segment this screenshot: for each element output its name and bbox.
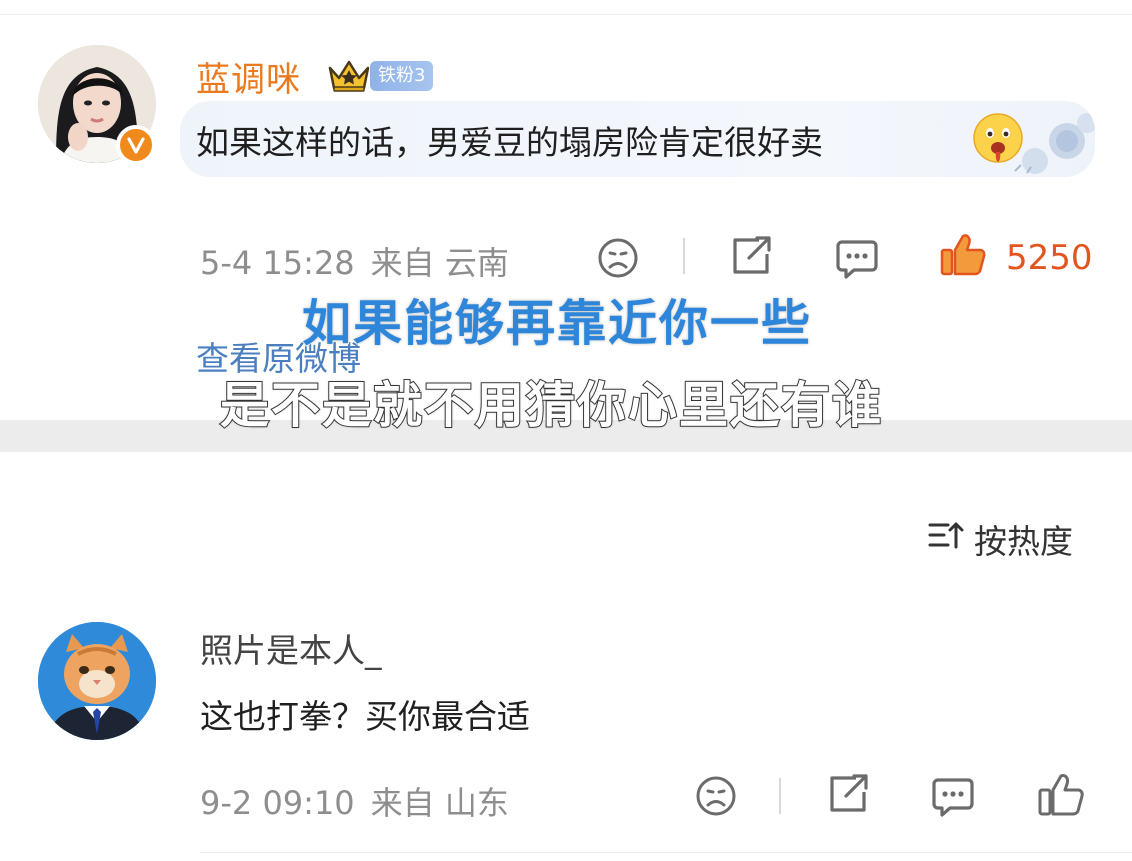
share-icon[interactable] — [729, 234, 775, 278]
bottom-divider — [200, 852, 1132, 853]
comment-text: 如果这样的话，男爱豆的塌房险肯定很好卖 — [196, 123, 823, 162]
like-count: 5250 — [1006, 238, 1093, 278]
comment-bubble-icon[interactable] — [834, 236, 880, 282]
post-meta: 5-4 15:28 来自 云南 — [200, 238, 509, 284]
lyric-line-2: 是不是就不用猜你心里还有谁 — [219, 376, 884, 435]
sort-icon — [928, 519, 966, 559]
drooling-face-emoji — [970, 110, 1026, 166]
post-meta: 9-2 09:10 来自 山东 — [200, 778, 509, 824]
action-divider — [779, 778, 781, 814]
share-icon[interactable] — [826, 772, 872, 816]
thumbs-up-icon[interactable] — [938, 230, 988, 280]
lyric-line-1: 如果能够再靠近你一些 — [301, 294, 813, 353]
post-date: 9-2 09:10 — [200, 784, 355, 822]
post-location: 来自 云南 — [370, 244, 509, 282]
post-date: 5-4 15:28 — [200, 244, 355, 282]
comment-bubble-icon[interactable] — [930, 774, 976, 820]
frown-face-icon[interactable] — [596, 236, 640, 280]
sort-toggle[interactable]: 按热度 — [928, 515, 1073, 563]
top-divider — [0, 14, 1132, 15]
sort-label: 按热度 — [974, 522, 1073, 561]
thumbs-up-icon[interactable] — [1036, 770, 1086, 820]
verified-v-icon — [116, 125, 156, 165]
crown-icon — [326, 56, 372, 94]
avatar[interactable] — [38, 622, 156, 740]
post-location: 来自 山东 — [370, 784, 509, 822]
action-divider — [683, 238, 685, 274]
fan-badge: 铁粉3 — [370, 61, 434, 91]
username[interactable]: 蓝调咪 — [196, 52, 301, 101]
frown-face-icon[interactable] — [694, 774, 738, 818]
username[interactable]: 照片是本人_ — [200, 624, 382, 672]
comment-text: 这也打拳？买你最合适 — [200, 697, 530, 736]
